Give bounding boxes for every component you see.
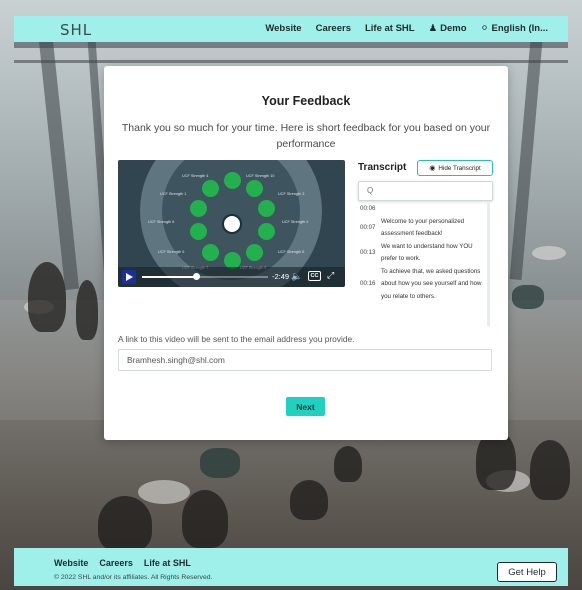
video-time-remaining: -2:49 [272,272,290,281]
hide-transcript-label: Hide Transcript [438,164,481,172]
hide-transcript-button[interactable]: ◉ Hide Transcript [417,160,493,176]
search-icon: Q [367,186,374,195]
transcript-title: Transcript [358,162,407,173]
footer-life-at-shl-link[interactable]: Life at SHL [144,558,191,568]
strength-node [258,200,275,217]
next-button[interactable]: Next [286,397,325,416]
video-progress-fill [142,276,197,278]
fullscreen-icon[interactable]: ⤢ [327,270,334,281]
strength-label: UCF Strength 4 [182,174,209,178]
nav-website-link[interactable]: Website [265,23,301,34]
video-progress-bar[interactable] [142,273,268,280]
email-field[interactable] [118,349,492,371]
strength-node [246,180,263,197]
volume-icon[interactable]: 🔈 [291,271,302,282]
strength-label: UCF Strength 2 [282,220,309,224]
avatar-hub [222,214,242,234]
strength-label: UCF Strength 1 [160,192,187,196]
shl-logo[interactable]: SHL [60,21,92,39]
top-navigation-bar: SHL Website Careers Life at SHL ♟ Demo ⚪ E… [14,16,568,42]
strength-label: UCF Strength 10 [246,174,275,178]
feedback-video-player[interactable]: UCF Strength 4 UCF Strength 10 UCF Stren… [118,160,345,287]
copyright-text: © 2022 SHL and/or its affiliates. All Ri… [54,574,213,581]
transcript-search-input[interactable]: Q [358,181,493,201]
transcript-time: 00:13 [360,248,376,256]
feedback-card: Your Feedback Thank you so much for your… [104,66,508,440]
transcript-text [381,203,485,216]
transcript-time: 00:16 [360,280,376,287]
nav-careers-link[interactable]: Careers [316,23,351,34]
strength-label: UCF Strength 3 [278,192,305,196]
transcript-text: To achieve that, we asked questions abou… [381,267,482,300]
footer-website-link[interactable]: Website [54,558,88,568]
user-icon: ♟ [428,23,438,34]
strength-node [190,223,207,240]
video-controls: -2:49 🔈 CC ⤢ [118,267,345,287]
footer: Website Careers Life at SHL © 2022 SHL a… [14,548,568,586]
strength-label: UCF Strength 5 [158,250,185,254]
email-note: A link to this video will be sent to the… [118,334,355,344]
captions-button[interactable]: CC [308,271,321,281]
strength-node [190,200,207,217]
get-help-button[interactable]: Get Help [497,562,557,582]
play-button[interactable] [122,270,136,284]
transcript-list[interactable]: 00:06 00:07 Welcome to your personalized … [358,203,490,326]
transcript-row[interactable]: 00:07 Welcome to your personalized assess… [358,216,487,241]
transcript-time: 00:07 [360,223,376,231]
transcript-row[interactable]: 00:16 To achieve that, we asked questions… [358,266,487,304]
footer-nav: Website Careers Life at SHL [54,558,191,568]
footer-careers-link[interactable]: Careers [99,558,133,568]
strength-node [202,180,219,197]
eye-off-icon: ◉ [429,165,436,172]
transcript-row[interactable]: 00:13 We want to understand how YOU prefe… [358,241,487,266]
header-nav: Website Careers Life at SHL ♟ Demo ⚪ Engli… [265,23,548,34]
language-label: English (In... [491,23,548,34]
nav-demo-link[interactable]: ♟ Demo [429,23,467,34]
strength-label: UCF Strength 8 [278,250,305,254]
transcript-text: Welcome to your personalized assessment … [381,217,465,238]
feedback-subtitle: Thank you so much for your time. Here is… [121,122,491,150]
nav-life-at-shl-link[interactable]: Life at SHL [365,23,415,34]
language-selector[interactable]: ⚪ English (In... [481,23,548,34]
transcript-time: 00:06 [360,205,376,212]
globe-icon: ⚪ [480,23,489,34]
transcript-text: We want to understand how YOU prefer to … [381,242,473,263]
transcript-row[interactable]: 00:06 [358,203,487,216]
strength-node [246,244,263,261]
strength-node [202,244,219,261]
strength-node [258,223,275,240]
demo-label: Demo [440,23,467,34]
strength-label: UCF Strength 6 [148,220,175,224]
video-scrub-handle[interactable] [193,273,201,280]
strength-node [224,172,241,189]
page-title: Your Feedback [261,94,351,108]
